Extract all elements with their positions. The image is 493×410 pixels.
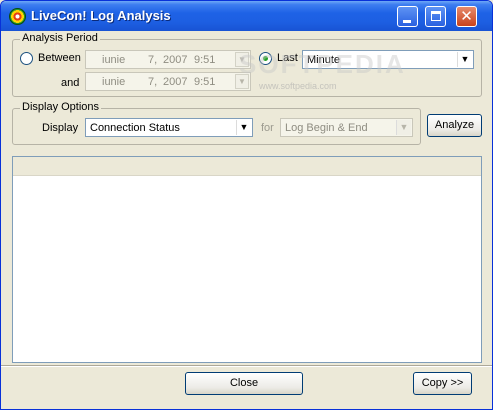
app-icon [9, 8, 26, 25]
title-bar[interactable]: LiveCon! Log Analysis ✕ [1, 1, 492, 31]
results-list[interactable] [12, 156, 482, 363]
between-label: Between [38, 52, 81, 64]
minimize-icon [403, 20, 411, 23]
watermark-logo: SOFTPEDIA [239, 49, 406, 79]
close-button[interactable]: Close [185, 372, 303, 395]
maximize-button[interactable] [425, 6, 446, 27]
log-analysis-window: LiveCon! Log Analysis ✕ Analysis Period … [0, 0, 493, 410]
maximize-icon [431, 11, 441, 21]
analysis-period-legend: Analysis Period [20, 32, 100, 44]
window-title: LiveCon! Log Analysis [31, 8, 171, 23]
minimize-button[interactable] [397, 6, 418, 27]
watermark-url: www.softpedia.com [259, 81, 337, 91]
copy-button[interactable]: Copy >> [413, 372, 472, 395]
display-value: Connection Status [90, 122, 180, 134]
between-radio[interactable] [20, 52, 33, 65]
results-list-header [13, 157, 481, 176]
for-value: Log Begin & End [285, 122, 368, 134]
dropdown-arrow-icon[interactable]: ▼ [236, 120, 251, 135]
and-label: and [61, 77, 80, 89]
for-label: for [261, 122, 274, 134]
display-select[interactable]: Connection Status ▼ [85, 118, 253, 137]
between-end-datetime[interactable]: iunie 7, 2007 9:51 ▼ [85, 72, 251, 91]
close-window-button[interactable]: ✕ [456, 6, 477, 27]
analyze-button[interactable]: Analyze [427, 114, 482, 137]
bottom-separator [1, 365, 492, 367]
dropdown-arrow-icon[interactable]: ▼ [396, 120, 411, 135]
dropdown-arrow-icon[interactable]: ▼ [457, 52, 472, 67]
for-select[interactable]: Log Begin & End ▼ [280, 118, 413, 137]
display-options-legend: Display Options [20, 101, 102, 113]
close-icon: ✕ [460, 8, 473, 25]
display-label: Display [42, 122, 79, 134]
between-start-datetime[interactable]: iunie 7, 2007 9:51 ▼ [85, 50, 251, 69]
